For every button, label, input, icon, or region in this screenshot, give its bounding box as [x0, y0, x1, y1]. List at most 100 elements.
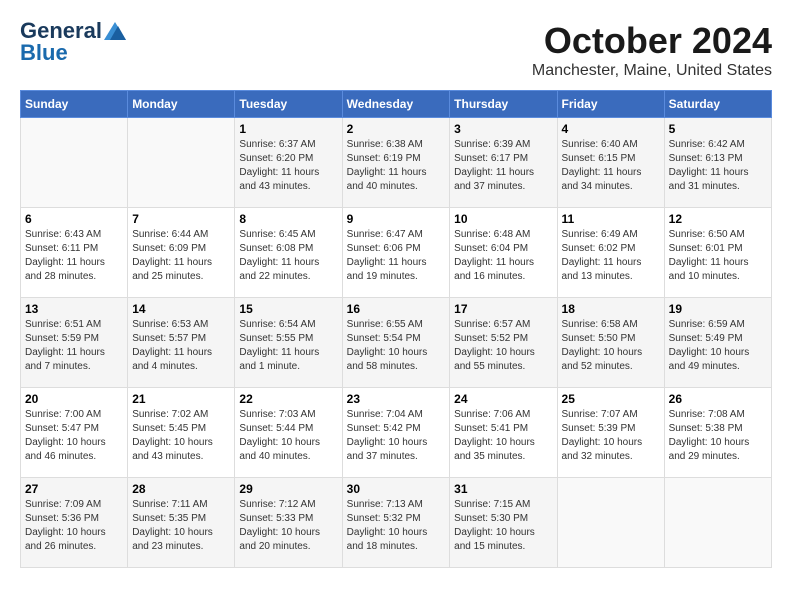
weekday-header-friday: Friday [557, 91, 664, 118]
day-number: 30 [347, 482, 446, 496]
day-info: Sunrise: 6:55 AMSunset: 5:54 PMDaylight:… [347, 318, 446, 374]
calendar-empty-cell [21, 118, 128, 208]
calendar-day-5: 5Sunrise: 6:42 AMSunset: 6:13 PMDaylight… [664, 118, 771, 208]
day-info: Sunrise: 6:38 AMSunset: 6:19 PMDaylight:… [347, 138, 446, 194]
day-info: Sunrise: 6:50 AMSunset: 6:01 PMDaylight:… [669, 228, 767, 284]
day-info: Sunrise: 6:54 AMSunset: 5:55 PMDaylight:… [239, 318, 337, 374]
day-info: Sunrise: 7:02 AMSunset: 5:45 PMDaylight:… [132, 408, 230, 464]
day-info: Sunrise: 6:44 AMSunset: 6:09 PMDaylight:… [132, 228, 230, 284]
calendar-week-row: 27 Sunrise: 7:09 AMSunset: 5:36 PMDayligh… [21, 478, 772, 568]
calendar-day-15: 15 Sunrise: 6:54 AMSunset: 5:55 PMDayligh… [235, 298, 342, 388]
weekday-header-sunday: Sunday [21, 91, 128, 118]
day-number: 24 [454, 392, 552, 406]
day-number: 25 [562, 392, 660, 406]
logo-icon [104, 22, 126, 40]
weekday-header-thursday: Thursday [450, 91, 557, 118]
calendar-day-29: 29 Sunrise: 7:12 AMSunset: 5:33 PMDayligh… [235, 478, 342, 568]
day-info: Sunrise: 6:39 AMSunset: 6:17 PMDaylight:… [454, 138, 552, 194]
calendar-day-18: 18 Sunrise: 6:58 AMSunset: 5:50 PMDayligh… [557, 298, 664, 388]
day-info: Sunrise: 7:07 AMSunset: 5:39 PMDaylight:… [562, 408, 660, 464]
day-info: Sunrise: 7:06 AMSunset: 5:41 PMDaylight:… [454, 408, 552, 464]
day-number: 4 [562, 122, 660, 136]
calendar-day-2: 2 Sunrise: 6:38 AMSunset: 6:19 PMDaylight… [342, 118, 450, 208]
weekday-header-tuesday: Tuesday [235, 91, 342, 118]
calendar-day-14: 14 Sunrise: 6:53 AMSunset: 5:57 PMDayligh… [128, 298, 235, 388]
day-info: Sunrise: 6:45 AMSunset: 6:08 PMDaylight:… [239, 228, 337, 284]
day-info: Sunrise: 7:00 AMSunset: 5:47 PMDaylight:… [25, 408, 123, 464]
page-header: General Blue October 2024 Manchester, Ma… [20, 20, 772, 80]
day-info: Sunrise: 6:47 AMSunset: 6:06 PMDaylight:… [347, 228, 446, 284]
month-title: October 2024 [532, 20, 772, 62]
day-number: 26 [669, 392, 767, 406]
calendar-day-24: 24 Sunrise: 7:06 AMSunset: 5:41 PMDayligh… [450, 388, 557, 478]
day-number: 6 [25, 212, 123, 226]
calendar-day-25: 25 Sunrise: 7:07 AMSunset: 5:39 PMDayligh… [557, 388, 664, 478]
day-number: 14 [132, 302, 230, 316]
calendar-day-13: 13 Sunrise: 6:51 AMSunset: 5:59 PMDayligh… [21, 298, 128, 388]
calendar-week-row: 13 Sunrise: 6:51 AMSunset: 5:59 PMDayligh… [21, 298, 772, 388]
title-section: October 2024 Manchester, Maine, United S… [532, 20, 772, 80]
weekday-header-row: SundayMondayTuesdayWednesdayThursdayFrid… [21, 91, 772, 118]
day-number: 17 [454, 302, 552, 316]
calendar-day-10: 10 Sunrise: 6:48 AMSunset: 6:04 PMDayligh… [450, 208, 557, 298]
day-number: 23 [347, 392, 446, 406]
day-info: Sunrise: 6:43 AMSunset: 6:11 PMDaylight:… [25, 228, 123, 284]
day-number: 16 [347, 302, 446, 316]
day-info: Sunrise: 6:57 AMSunset: 5:52 PMDaylight:… [454, 318, 552, 374]
calendar-day-11: 11 Sunrise: 6:49 AMSunset: 6:02 PMDayligh… [557, 208, 664, 298]
weekday-header-wednesday: Wednesday [342, 91, 450, 118]
day-number: 5 [669, 122, 767, 136]
calendar-day-17: 17 Sunrise: 6:57 AMSunset: 5:52 PMDayligh… [450, 298, 557, 388]
day-info: Sunrise: 6:51 AMSunset: 5:59 PMDaylight:… [25, 318, 123, 374]
calendar-day-16: 16 Sunrise: 6:55 AMSunset: 5:54 PMDayligh… [342, 298, 450, 388]
day-info: Sunrise: 7:08 AMSunset: 5:38 PMDaylight:… [669, 408, 767, 464]
day-info: Sunrise: 6:58 AMSunset: 5:50 PMDaylight:… [562, 318, 660, 374]
day-number: 1 [239, 122, 337, 136]
day-info: Sunrise: 7:12 AMSunset: 5:33 PMDaylight:… [239, 498, 337, 554]
day-number: 8 [239, 212, 337, 226]
day-info: Sunrise: 6:40 AMSunset: 6:15 PMDaylight:… [562, 138, 660, 194]
calendar-day-7: 7 Sunrise: 6:44 AMSunset: 6:09 PMDaylight… [128, 208, 235, 298]
calendar-empty-cell [664, 478, 771, 568]
day-info: Sunrise: 6:53 AMSunset: 5:57 PMDaylight:… [132, 318, 230, 374]
day-number: 11 [562, 212, 660, 226]
calendar-week-row: 20Sunrise: 7:00 AMSunset: 5:47 PMDayligh… [21, 388, 772, 478]
logo-blue: Blue [20, 42, 68, 64]
day-number: 12 [669, 212, 767, 226]
day-number: 27 [25, 482, 123, 496]
day-number: 7 [132, 212, 230, 226]
day-info: Sunrise: 7:03 AMSunset: 5:44 PMDaylight:… [239, 408, 337, 464]
day-number: 21 [132, 392, 230, 406]
day-number: 18 [562, 302, 660, 316]
day-info: Sunrise: 7:04 AMSunset: 5:42 PMDaylight:… [347, 408, 446, 464]
day-number: 28 [132, 482, 230, 496]
calendar-day-12: 12 Sunrise: 6:50 AMSunset: 6:01 PMDayligh… [664, 208, 771, 298]
day-info: Sunrise: 6:49 AMSunset: 6:02 PMDaylight:… [562, 228, 660, 284]
day-number: 29 [239, 482, 337, 496]
logo: General Blue [20, 20, 126, 64]
calendar-day-20: 20Sunrise: 7:00 AMSunset: 5:47 PMDayligh… [21, 388, 128, 478]
calendar-day-22: 22 Sunrise: 7:03 AMSunset: 5:44 PMDayligh… [235, 388, 342, 478]
calendar-week-row: 1Sunrise: 6:37 AMSunset: 6:20 PMDaylight… [21, 118, 772, 208]
calendar-day-21: 21 Sunrise: 7:02 AMSunset: 5:45 PMDayligh… [128, 388, 235, 478]
day-info: Sunrise: 7:15 AMSunset: 5:30 PMDaylight:… [454, 498, 552, 554]
calendar-day-4: 4 Sunrise: 6:40 AMSunset: 6:15 PMDaylight… [557, 118, 664, 208]
day-number: 9 [347, 212, 446, 226]
day-number: 10 [454, 212, 552, 226]
weekday-header-saturday: Saturday [664, 91, 771, 118]
day-number: 15 [239, 302, 337, 316]
calendar-week-row: 6 Sunrise: 6:43 AMSunset: 6:11 PMDaylight… [21, 208, 772, 298]
day-number: 3 [454, 122, 552, 136]
calendar-day-26: 26 Sunrise: 7:08 AMSunset: 5:38 PMDayligh… [664, 388, 771, 478]
logo-general: General [20, 20, 102, 42]
day-number: 2 [347, 122, 446, 136]
day-number: 22 [239, 392, 337, 406]
calendar-table: SundayMondayTuesdayWednesdayThursdayFrid… [20, 90, 772, 568]
calendar-day-19: 19Sunrise: 6:59 AMSunset: 5:49 PMDayligh… [664, 298, 771, 388]
day-info: Sunrise: 7:13 AMSunset: 5:32 PMDaylight:… [347, 498, 446, 554]
calendar-day-1: 1Sunrise: 6:37 AMSunset: 6:20 PMDaylight… [235, 118, 342, 208]
day-info: Sunrise: 7:09 AMSunset: 5:36 PMDaylight:… [25, 498, 123, 554]
calendar-day-8: 8 Sunrise: 6:45 AMSunset: 6:08 PMDaylight… [235, 208, 342, 298]
day-number: 13 [25, 302, 123, 316]
day-info: Sunrise: 6:48 AMSunset: 6:04 PMDaylight:… [454, 228, 552, 284]
